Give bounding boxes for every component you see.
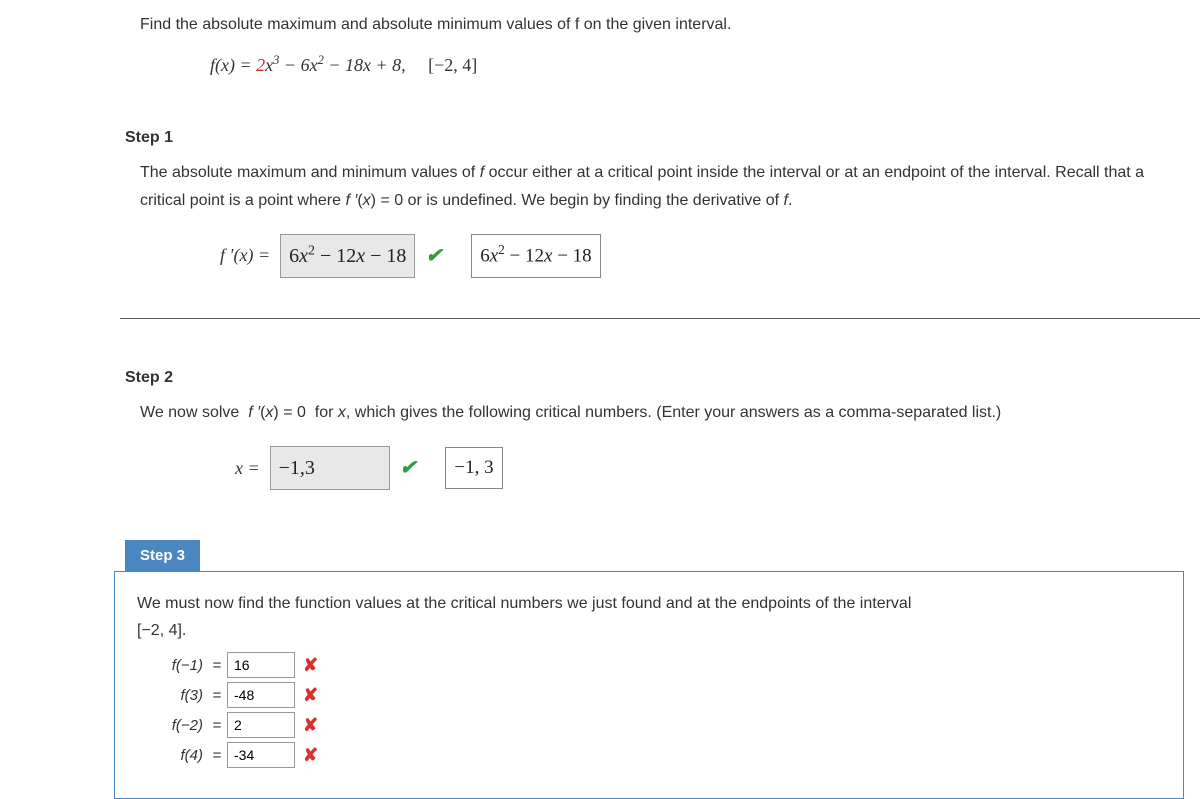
function-definition: f(x) = 2x3 − 6x2 − 18x + 8, [−2, 4]	[140, 50, 1170, 80]
derivative-lhs: f ′(x) =	[220, 240, 270, 271]
step-3: Step 3 We must now find the function val…	[0, 540, 1200, 799]
table-row: f(4) = ✘	[137, 742, 1161, 768]
page: Find the absolute maximum and absolute m…	[0, 0, 1200, 799]
value-input[interactable]	[227, 652, 295, 678]
lhs-label: f(3)	[137, 687, 207, 704]
leading-coefficient: 2	[256, 55, 265, 75]
lhs-label: f(−1)	[137, 657, 207, 674]
critical-numbers-hint-box: −1, 3	[445, 447, 502, 489]
check-icon: ✔	[425, 239, 442, 273]
step-3-body-a: We must now find the function values at …	[137, 595, 911, 612]
step-1-title: Step 1	[125, 129, 1170, 147]
step-3-panel: We must now find the function values at …	[114, 571, 1184, 799]
prompt-text: Find the absolute maximum and absolute m…	[140, 16, 731, 33]
derivative-answer-box[interactable]: 6x2 − 12x − 18	[280, 234, 415, 278]
equals-sign: =	[207, 747, 227, 764]
step-2: Step 2 We now solve f ′(x) = 0 for x, wh…	[0, 369, 1200, 490]
step-3-interval: [−2, 4].	[137, 622, 186, 639]
x-equals: x =	[235, 453, 260, 484]
func-lhs: f(x) =	[210, 55, 256, 75]
step-1: Step 1 The absolute maximum and minimum …	[0, 129, 1200, 277]
wrong-icon: ✘	[303, 685, 318, 706]
interval-text: [−2, 4]	[428, 55, 477, 75]
step-3-text: We must now find the function values at …	[137, 590, 1161, 644]
wrong-icon: ✘	[303, 715, 318, 736]
divider	[120, 318, 1200, 319]
lhs-label: f(−2)	[137, 717, 207, 734]
problem-statement: Find the absolute maximum and absolute m…	[0, 12, 1200, 79]
function-values-table: f(−1) = ✘ f(3) = ✘ f(−2) = ✘	[137, 652, 1161, 768]
equals-sign: =	[207, 687, 227, 704]
derivative-equation: f ′(x) = 6x2 − 12x − 18 ✔ 6x2 − 12x − 18	[140, 234, 1170, 278]
step-2-text: We now solve f ′(x) = 0 for x, which giv…	[140, 404, 1001, 421]
table-row: f(−2) = ✘	[137, 712, 1161, 738]
critical-numbers-equation: x = −1,3 ✔ −1, 3	[140, 446, 1170, 490]
value-input[interactable]	[227, 712, 295, 738]
table-row: f(−1) = ✘	[137, 652, 1161, 678]
step-2-title: Step 2	[125, 369, 1170, 387]
step-3-tab: Step 3	[125, 540, 200, 571]
step-1-body: The absolute maximum and minimum values …	[125, 159, 1170, 277]
step-2-body: We now solve f ′(x) = 0 for x, which giv…	[125, 399, 1170, 490]
value-input[interactable]	[227, 682, 295, 708]
equals-sign: =	[207, 717, 227, 734]
table-row: f(3) = ✘	[137, 682, 1161, 708]
func-rest: x3 − 6x2 − 18x + 8,	[265, 55, 406, 75]
value-input[interactable]	[227, 742, 295, 768]
critical-numbers-answer-box[interactable]: −1,3	[270, 446, 390, 490]
step-1-text: The absolute maximum and minimum values …	[140, 164, 1144, 208]
derivative-hint-box: 6x2 − 12x − 18	[471, 234, 600, 278]
wrong-icon: ✘	[303, 745, 318, 766]
wrong-icon: ✘	[303, 655, 318, 676]
check-icon: ✔	[400, 451, 417, 485]
equals-sign: =	[207, 657, 227, 674]
lhs-label: f(4)	[137, 747, 207, 764]
